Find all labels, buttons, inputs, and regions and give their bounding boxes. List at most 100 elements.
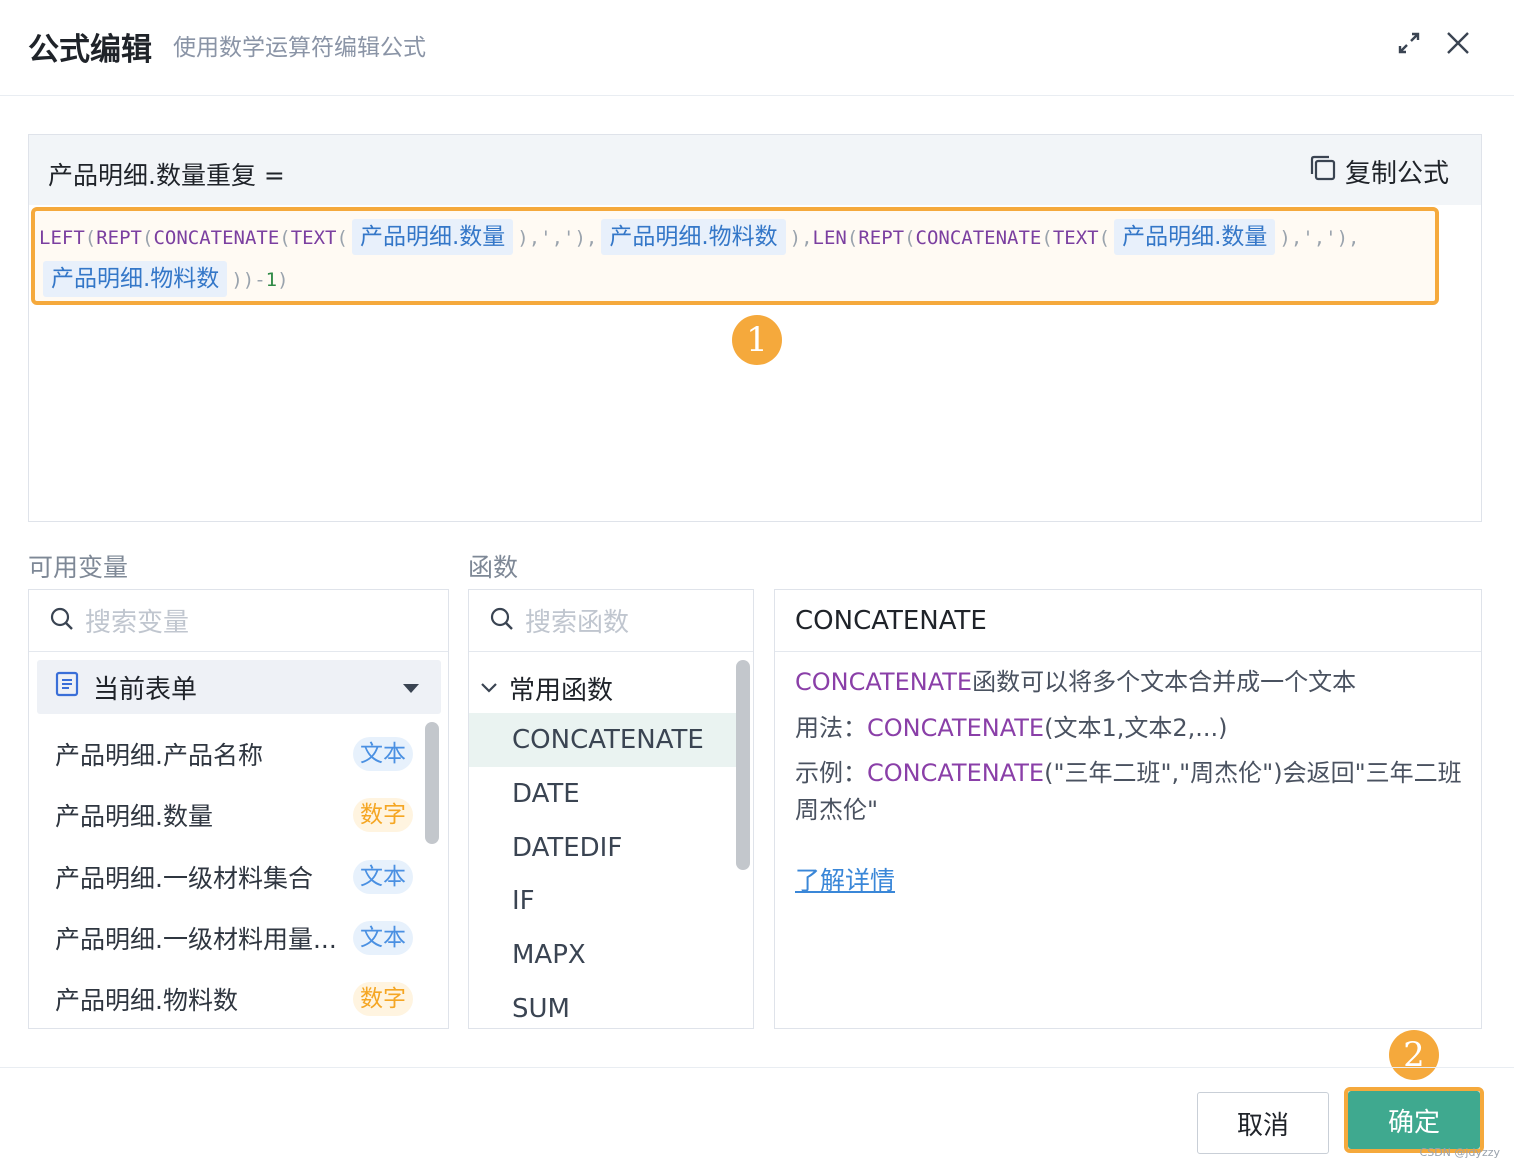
functions-panel: 搜索函数 常用函数 CONCATENATE DATE DATEDIF IF MA… (468, 589, 754, 1029)
variables-panel: 搜索变量 当前表单 产品明细.产品名称 文本 产品明细.数量 数字 产品明细.一… (28, 589, 449, 1029)
confirm-button[interactable]: 确定 (1348, 1091, 1480, 1149)
caret-down-icon (403, 684, 419, 693)
formula-punctuation-token: ),','), (1279, 227, 1360, 249)
variables-label: 可用变量 (28, 553, 129, 582)
formula-punctuation-token: ( (1098, 227, 1111, 249)
function-item-mapx[interactable]: MAPX (469, 928, 737, 982)
formula-punctuation-token: ( (846, 227, 859, 249)
chevron-down-icon (479, 674, 499, 704)
dialog-title: 公式编辑 (28, 32, 152, 68)
function-name: CONCATENATE (867, 714, 1045, 742)
variable-item[interactable]: 产品明细.一级材料用量... 文本 (55, 913, 415, 963)
formula-function-token: REPT (96, 227, 142, 249)
formula-function-token: TEXT (1052, 227, 1099, 249)
formula-line-1: LEFT(REPT(CONCATENATE(TEXT(产品明细.数量),',')… (39, 217, 1429, 259)
form-icon (55, 671, 79, 704)
variable-label: 产品明细.一级材料集合 (55, 864, 313, 893)
function-description-panel: CONCATENATE CONCATENATE函数可以将多个文本合并成一个文本 … (774, 589, 1482, 1029)
type-tag: 数字 (353, 982, 413, 1016)
formula-punctuation-token: ( (1041, 227, 1053, 249)
function-group-common[interactable]: 常用函数 (479, 670, 613, 707)
learn-more-link[interactable]: 了解详情 (795, 861, 895, 897)
example-text: ("三年二班","周杰伦")会返回"三年二班 (1044, 759, 1462, 787)
copy-formula-button[interactable]: 复制公式 (1309, 154, 1449, 189)
variable-label: 产品明细.一级材料用量... (55, 925, 337, 954)
editor-header: 产品明细.数量重复 = 复制公式 (29, 135, 1481, 205)
function-item-if[interactable]: IF (469, 874, 737, 928)
footer-divider (0, 1067, 1514, 1068)
formula-function-token: CONCATENATE (915, 227, 1042, 249)
dialog-subtitle: 使用数学运算符编辑公式 (173, 35, 426, 61)
formula-punctuation-token: ),','), (517, 227, 598, 249)
variable-search-input[interactable]: 搜索变量 (29, 590, 448, 652)
variable-label: 产品明细.物料数 (55, 986, 238, 1015)
function-search-input[interactable]: 搜索函数 (469, 590, 753, 652)
description-title: CONCATENATE (775, 590, 1481, 652)
formula-variable-chip[interactable]: 产品明细.物料数 (601, 219, 786, 255)
step-badge-1: 1 (732, 315, 782, 365)
form-select-label: 当前表单 (93, 674, 198, 705)
formula-punctuation-token: ), (789, 227, 813, 249)
search-icon (489, 606, 515, 636)
functions-scrollbar[interactable] (736, 660, 750, 870)
variable-item[interactable]: 产品明细.物料数 数字 (55, 974, 415, 1024)
function-search-placeholder: 搜索函数 (525, 608, 630, 638)
function-group-label: 常用函数 (509, 676, 614, 706)
close-icon[interactable] (1443, 28, 1473, 58)
step-badge-2: 2 (1389, 1030, 1439, 1080)
type-tag: 文本 (353, 921, 413, 955)
formula-function-token: LEFT (39, 227, 85, 249)
example-label: 示例： (795, 759, 867, 787)
formula-punctuation-token: ))- (231, 269, 266, 291)
function-name: CONCATENATE (867, 759, 1045, 787)
formula-variable-chip[interactable]: 产品明细.物料数 (43, 261, 228, 297)
variable-label: 产品明细.数量 (55, 802, 213, 831)
formula-function-token: TEXT (290, 227, 337, 249)
formula-number-token: 1 (265, 269, 278, 291)
dialog-header: 公式编辑 使用数学运算符编辑公式 (0, 0, 1514, 96)
summary-text: 函数可以将多个文本合并成一个文本 (972, 668, 1357, 696)
function-item-concatenate[interactable]: CONCATENATE (469, 713, 737, 767)
function-item-datedif[interactable]: DATEDIF (469, 821, 737, 875)
cancel-button[interactable]: 取消 (1197, 1092, 1329, 1154)
description-usage: 用法：CONCATENATE(文本1,文本2,...) (795, 709, 1465, 747)
copy-icon (1309, 154, 1337, 189)
type-tag: 文本 (353, 737, 413, 771)
formula-function-token: CONCATENATE (153, 227, 280, 249)
variables-scrollbar[interactable] (425, 722, 439, 844)
variable-item[interactable]: 产品明细.产品名称 文本 (55, 729, 415, 779)
description-example: 示例：CONCATENATE("三年二班","周杰伦")会返回"三年二班 (795, 754, 1465, 792)
description-example-cont: 周杰伦" (795, 796, 879, 824)
usage-args: (文本1,文本2,...) (1044, 714, 1228, 742)
formula-punctuation-token: ( (141, 227, 154, 249)
formula-function-token: LEN (812, 227, 847, 249)
variable-item[interactable]: 产品明细.数量 数字 (55, 790, 415, 840)
formula-punctuation-token: ( (84, 227, 97, 249)
search-icon (49, 606, 75, 636)
functions-label: 函数 (468, 553, 519, 582)
watermark: CSDN @jdyzzy (1419, 1146, 1500, 1159)
type-tag: 数字 (353, 798, 413, 832)
expand-icon[interactable] (1394, 28, 1424, 58)
type-tag: 文本 (353, 860, 413, 894)
variable-item[interactable]: 产品明细.一级材料集合 文本 (55, 852, 415, 902)
description-summary: CONCATENATE函数可以将多个文本合并成一个文本 (795, 663, 1465, 701)
formula-function-token: REPT (858, 227, 905, 249)
formula-text[interactable]: LEFT(REPT(CONCATENATE(TEXT(产品明细.数量),',')… (31, 207, 1439, 305)
function-item-sum[interactable]: SUM (469, 982, 737, 1036)
formula-variable-chip[interactable]: 产品明细.数量 (1114, 219, 1276, 255)
function-name: CONCATENATE (795, 668, 973, 696)
copy-formula-label: 复制公式 (1344, 158, 1449, 189)
formula-variable-chip[interactable]: 产品明细.数量 (351, 219, 514, 255)
formula-punctuation-token: ( (279, 227, 291, 249)
usage-label: 用法： (795, 714, 867, 742)
variable-label: 产品明细.产品名称 (55, 741, 263, 770)
form-select-dropdown[interactable]: 当前表单 (37, 660, 441, 714)
variable-search-placeholder: 搜索变量 (85, 608, 190, 638)
field-name: 产品明细.数量重复 = (48, 161, 285, 190)
formula-line-2: 产品明细.物料数))-1) (39, 259, 1429, 301)
formula-punctuation-token: ( (336, 227, 348, 249)
formula-punctuation-token: ( (904, 227, 916, 249)
formula-punctuation-token: ) (277, 269, 289, 291)
function-item-date[interactable]: DATE (469, 767, 737, 821)
